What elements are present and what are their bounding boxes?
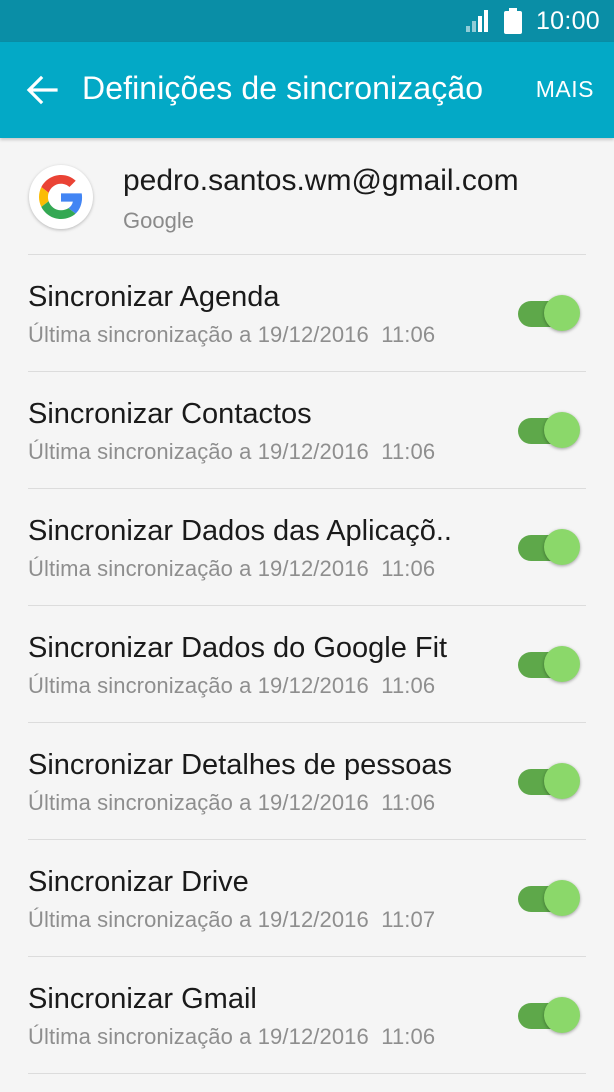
- toggle-thumb: [544, 412, 580, 448]
- back-button[interactable]: [22, 70, 62, 110]
- toggle-thumb: [544, 880, 580, 916]
- sync-item-label: Sincronizar Agenda: [28, 281, 280, 313]
- battery-icon: [503, 8, 522, 34]
- sync-item-last-sync: Última sincronização a 19/12/2016 11:06: [28, 673, 436, 698]
- toggle-thumb: [544, 529, 580, 565]
- sync-item-google-fit[interactable]: Sincronizar Dados do Google Fit Última s…: [0, 606, 614, 723]
- account-email: pedro.santos.wm@gmail.com: [123, 164, 519, 197]
- sync-toggle-google-fit[interactable]: [518, 644, 582, 684]
- toggle-thumb: [544, 295, 580, 331]
- sync-item-label: Sincronizar Dados do Google Fit: [28, 632, 448, 664]
- sync-item-label: Sincronizar Detalhes de pessoas: [28, 749, 452, 781]
- arrow-left-icon: [26, 75, 58, 105]
- sync-item-last-sync: Última sincronização a 19/12/2016 11:06: [28, 322, 436, 347]
- sync-list: Sincronizar Agenda Última sincronização …: [0, 255, 614, 1074]
- status-bar: 10:00: [0, 0, 614, 42]
- sync-item-label: Sincronizar Contactos: [28, 398, 312, 430]
- account-type: Google: [123, 208, 194, 233]
- sync-toggle-gmail[interactable]: [518, 995, 582, 1035]
- sync-item-last-sync: Última sincronização a 19/12/2016 11:06: [28, 439, 436, 464]
- signal-icon: [465, 10, 488, 32]
- sync-item-last-sync: Última sincronização a 19/12/2016 11:07: [28, 907, 436, 932]
- sync-toggle-agenda[interactable]: [518, 293, 582, 333]
- more-button[interactable]: MAIS: [536, 76, 594, 103]
- status-icons: 10:00: [465, 0, 600, 42]
- toggle-thumb: [544, 646, 580, 682]
- sync-item-drive[interactable]: Sincronizar Drive Última sincronização a…: [0, 840, 614, 957]
- account-header: pedro.santos.wm@gmail.com Google: [0, 138, 614, 255]
- clock: 10:00: [535, 6, 600, 35]
- sync-item-gmail[interactable]: Sincronizar Gmail Última sincronização a…: [0, 957, 614, 1074]
- sync-item-last-sync: Última sincronização a 19/12/2016 11:06: [28, 790, 436, 815]
- sync-item-last-sync: Última sincronização a 19/12/2016 11:06: [28, 1024, 436, 1049]
- sync-item-label: Sincronizar Drive: [28, 866, 249, 898]
- sync-item-label: Sincronizar Dados das Aplicaçõ..: [28, 515, 452, 547]
- google-logo-icon: [39, 175, 83, 219]
- sync-item-agenda[interactable]: Sincronizar Agenda Última sincronização …: [0, 255, 614, 372]
- sync-item-last-sync: Última sincronização a 19/12/2016 11:06: [28, 556, 436, 581]
- sync-toggle-detalhes-pessoas[interactable]: [518, 761, 582, 801]
- sync-item-detalhes-pessoas[interactable]: Sincronizar Detalhes de pessoas Última s…: [0, 723, 614, 840]
- toggle-thumb: [544, 763, 580, 799]
- toggle-thumb: [544, 997, 580, 1033]
- page-title: Definições de sincronização: [82, 70, 484, 106]
- sync-toggle-drive[interactable]: [518, 878, 582, 918]
- app-bar: Definições de sincronização MAIS: [0, 42, 614, 138]
- sync-item-dados-aplicacoes[interactable]: Sincronizar Dados das Aplicaçõ.. Última …: [0, 489, 614, 606]
- sync-toggle-contactos[interactable]: [518, 410, 582, 450]
- account-avatar: [29, 165, 93, 229]
- sync-toggle-dados-aplicacoes[interactable]: [518, 527, 582, 567]
- sync-item-contactos[interactable]: Sincronizar Contactos Última sincronizaç…: [0, 372, 614, 489]
- sync-item-label: Sincronizar Gmail: [28, 983, 257, 1015]
